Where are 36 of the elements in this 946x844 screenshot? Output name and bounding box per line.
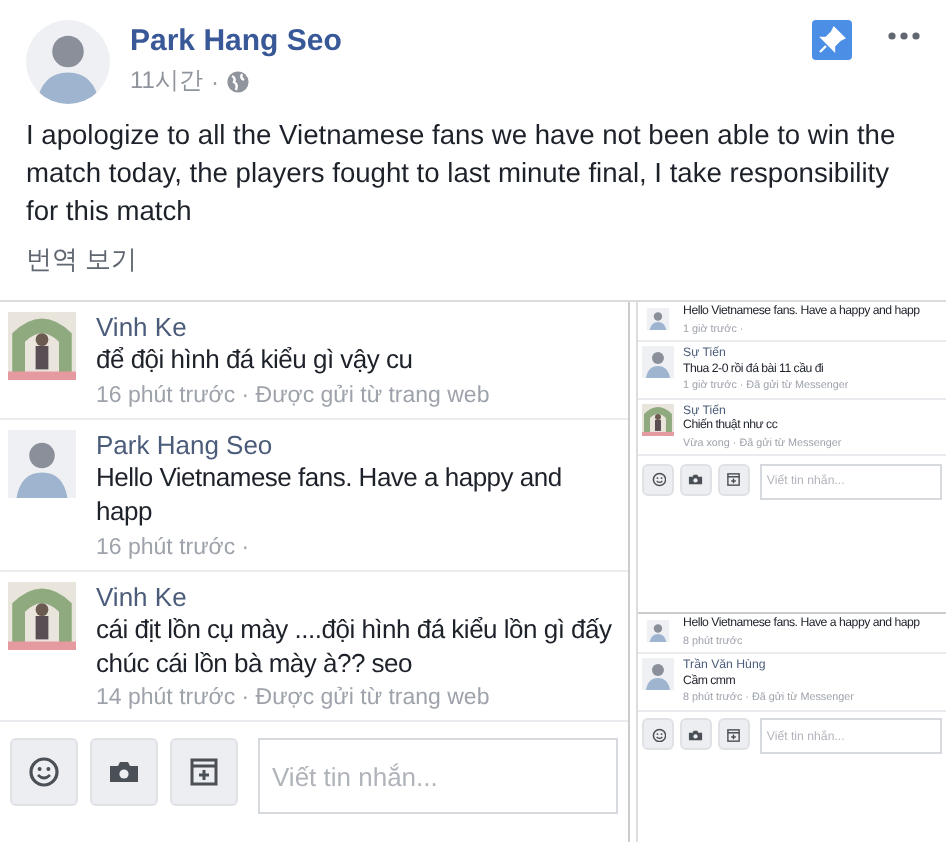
emoji-button[interactable] <box>642 718 675 751</box>
message-text: Hello Vietnamese fans. Have a happy and happ <box>96 461 564 530</box>
avatar[interactable] <box>8 312 76 380</box>
smiley-icon <box>651 727 667 743</box>
sticker-button[interactable] <box>717 718 750 751</box>
message-input[interactable]: Viết tin nhắn... <box>258 738 618 815</box>
globe-icon <box>226 69 251 93</box>
message-text: cái địt lồn cụ mày ....đội hình đá kiểu lồn gì đấy chúc cái lồn bà mày à?? seo <box>96 613 614 681</box>
message-text: để đội hình đá kiểu gì vậy cu <box>96 344 415 378</box>
sender-name[interactable]: Park Hang Seo <box>96 429 620 460</box>
camera-button[interactable] <box>90 738 158 807</box>
add-window-icon <box>726 472 742 488</box>
separator-dot: · <box>210 67 219 95</box>
camera-button[interactable] <box>680 718 713 751</box>
emoji-button[interactable] <box>642 463 675 496</box>
post-text: I apologize to all the Vietnamese fans we have not been able to win the match today, the players fought to last minute final, I take responsibility for this match <box>26 118 898 230</box>
camera-icon <box>688 727 704 743</box>
smiley-icon <box>28 756 60 789</box>
add-window-icon <box>188 756 220 789</box>
add-window-icon <box>726 727 742 743</box>
sticker-button[interactable] <box>717 463 750 496</box>
avatar[interactable] <box>8 581 76 650</box>
sender-name[interactable]: Vinh Ke <box>96 581 620 612</box>
avatar[interactable] <box>641 403 674 436</box>
sender-name[interactable]: Vinh Ke <box>96 312 490 342</box>
message-meta: 16 phút trước · Được gửi từ trang web <box>96 383 490 408</box>
camera-icon <box>688 472 704 488</box>
pin-button[interactable] <box>812 20 852 60</box>
translate-link[interactable]: 번역 보기 <box>26 242 138 278</box>
emoji-button[interactable] <box>10 738 78 807</box>
smiley-icon <box>651 472 667 488</box>
message-meta: 16 phút trước · <box>96 535 252 560</box>
sticker-button[interactable] <box>170 738 238 807</box>
author-name[interactable]: Park Hang Seo <box>130 24 792 58</box>
message-meta: 14 phút trước · Được gửi từ trang web <box>96 686 492 711</box>
camera-button[interactable] <box>680 463 713 496</box>
